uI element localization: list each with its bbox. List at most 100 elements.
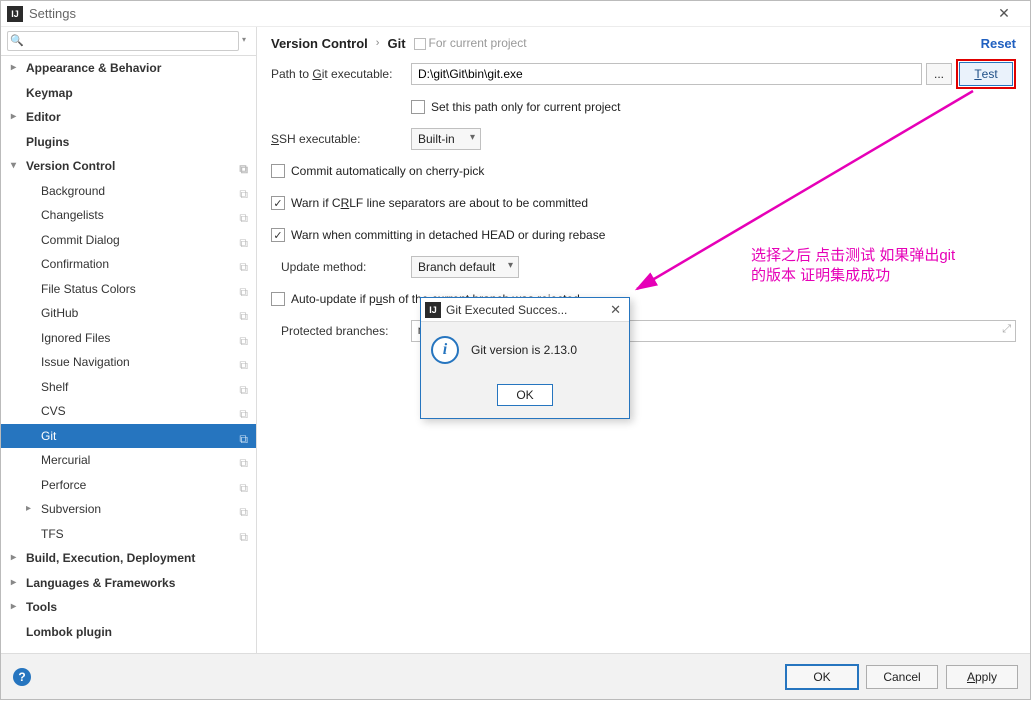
git-success-dialog: IJ Git Executed Succes... ✕ i Git versio… <box>420 297 630 419</box>
expand-icon[interactable]: ⤢ <box>1002 324 1011 336</box>
sidebar-item-plugins[interactable]: Plugins <box>1 130 256 155</box>
sidebar-item-languages-frameworks[interactable]: ▸ Languages & Frameworks <box>1 571 256 596</box>
search-dropdown-icon[interactable]: ▾ <box>242 35 246 44</box>
sidebar-item-label: Lombok plugin <box>26 625 112 639</box>
dialog-message: Git version is 2.13.0 <box>471 343 577 357</box>
chevron-right-icon[interactable]: ▸ <box>11 546 16 571</box>
auto-update-checkbox[interactable] <box>271 292 285 306</box>
sidebar-item-label: Background <box>41 184 105 198</box>
sidebar-item-cvs[interactable]: CVS⧉ <box>1 399 256 424</box>
search-input[interactable] <box>7 31 239 51</box>
git-path-input[interactable] <box>411 63 922 85</box>
chevron-right-icon[interactable]: ▸ <box>26 497 31 522</box>
sidebar-item-perforce[interactable]: Perforce⧉ <box>1 473 256 498</box>
window-title: Settings <box>29 6 76 21</box>
breadcrumb: Version Control › Git For current projec… <box>257 27 1030 59</box>
test-button[interactable]: Test <box>959 62 1013 86</box>
detached-warn-checkbox[interactable] <box>271 228 285 242</box>
sidebar-item-label: Git <box>41 429 56 443</box>
chevron-right-icon[interactable]: ▸ <box>11 105 16 130</box>
sidebar-item-changelists[interactable]: Changelists⧉ <box>1 203 256 228</box>
sidebar-item-label: Issue Navigation <box>41 355 130 369</box>
app-icon: IJ <box>7 6 23 22</box>
cherry-pick-checkbox[interactable] <box>271 164 285 178</box>
titlebar: IJ Settings ✕ <box>1 1 1030 27</box>
update-method-select[interactable]: Branch default <box>411 256 519 278</box>
chevron-right-icon[interactable]: ▸ <box>11 595 16 620</box>
sidebar-item-tfs[interactable]: TFS⧉ <box>1 522 256 547</box>
apply-button[interactable]: Apply <box>946 665 1018 689</box>
sidebar-item-editor[interactable]: ▸ Editor <box>1 105 256 130</box>
chevron-right-icon[interactable]: ▸ <box>11 571 16 596</box>
browse-button[interactable]: ... <box>926 63 952 85</box>
sidebar-item-label: Editor <box>26 110 61 124</box>
sidebar-item-label: Ignored Files <box>41 331 110 345</box>
sidebar-item-label: File Status Colors <box>41 282 136 296</box>
sidebar-item-label: Build, Execution, Deployment <box>26 551 195 565</box>
ok-button[interactable]: OK <box>786 665 858 689</box>
sidebar-item-lombok-plugin[interactable]: Lombok plugin <box>1 620 256 645</box>
breadcrumb-parent[interactable]: Version Control <box>271 36 368 51</box>
sidebar-item-issue-navigation[interactable]: Issue Navigation⧉ <box>1 350 256 375</box>
set-path-project-checkbox[interactable] <box>411 100 425 114</box>
sidebar-item-appearance-behavior[interactable]: ▸ Appearance & Behavior <box>1 56 256 81</box>
sidebar-item-mercurial[interactable]: Mercurial⧉ <box>1 448 256 473</box>
sidebar-item-label: Changelists <box>41 208 104 222</box>
sidebar-item-label: Languages & Frameworks <box>26 576 175 590</box>
sidebar-item-keymap[interactable]: Keymap <box>1 81 256 106</box>
search-bar: 🔍 ▾ <box>1 27 256 56</box>
sidebar-item-shelf[interactable]: Shelf⧉ <box>1 375 256 400</box>
crlf-warn-checkbox[interactable] <box>271 196 285 210</box>
info-icon: i <box>431 336 459 364</box>
annotation-text: 选择之后 点击测试 如果弹出git 的版本 证明集成成功 <box>751 246 955 286</box>
settings-tree[interactable]: ▸ Appearance & Behavior Keymap ▸ Editor Plugi… <box>1 56 256 653</box>
sidebar-item-github[interactable]: GitHub⧉ <box>1 301 256 326</box>
sidebar-item-subversion[interactable]: ▸Subversion⧉ <box>1 497 256 522</box>
sidebar-item-label: Tools <box>26 600 57 614</box>
scope-badge: For current project <box>414 36 527 50</box>
detached-warn-label: Warn when committing in detached HEAD or… <box>291 228 605 242</box>
sidebar-item-label: Mercurial <box>41 453 90 467</box>
chevron-down-icon[interactable]: ▾ <box>11 154 16 179</box>
set-path-project-label: Set this path only for current project <box>431 100 620 114</box>
chevron-right-icon: › <box>376 37 380 49</box>
search-icon: 🔍 <box>10 34 24 47</box>
update-method-label: Update method: <box>271 260 411 274</box>
sidebar-item-confirmation[interactable]: Confirmation⧉ <box>1 252 256 277</box>
sidebar-item-build-execution-deployment[interactable]: ▸ Build, Execution, Deployment <box>1 546 256 571</box>
reset-link[interactable]: Reset <box>981 36 1016 51</box>
sidebar-item-tools[interactable]: ▸ Tools <box>1 595 256 620</box>
chevron-right-icon[interactable]: ▸ <box>11 56 16 81</box>
sidebar-item-file-status-colors[interactable]: File Status Colors⧉ <box>1 277 256 302</box>
sidebar-item-label: Perforce <box>41 478 86 492</box>
ssh-label: SSH executable: <box>271 132 411 146</box>
sidebar-item-commit-dialog[interactable]: Commit Dialog⧉ <box>1 228 256 253</box>
sidebar-item-label: Confirmation <box>41 257 109 271</box>
sidebar-item-label: Commit Dialog <box>41 233 120 247</box>
ssh-executable-select[interactable]: Built-in <box>411 128 481 150</box>
cherry-pick-label: Commit automatically on cherry-pick <box>291 164 484 178</box>
content-pane: Version Control › Git For current projec… <box>257 27 1030 653</box>
close-icon[interactable]: ✕ <box>984 5 1024 22</box>
sidebar-item-background[interactable]: Background⧉ <box>1 179 256 204</box>
sidebar-item-version-control[interactable]: ▾Version Control⧉ <box>1 154 256 179</box>
sidebar-item-ignored-files[interactable]: Ignored Files⧉ <box>1 326 256 351</box>
sidebar-item-label: Keymap <box>26 86 73 100</box>
sidebar-item-label: Shelf <box>41 380 68 394</box>
breadcrumb-current: Git <box>387 36 405 51</box>
crlf-warn-label: Warn if CRLF line separators are about t… <box>291 196 588 210</box>
dialog-ok-button[interactable]: OK <box>497 384 553 406</box>
sidebar-item-label: TFS <box>41 527 64 541</box>
path-label: Path to Git executable: <box>271 67 411 81</box>
dialog-app-icon: IJ <box>425 302 441 318</box>
sidebar: 🔍 ▾ ▸ Appearance & Behavior Keymap ▸ Editor P… <box>1 27 257 653</box>
sidebar-item-label: CVS <box>41 404 66 418</box>
help-icon[interactable]: ? <box>13 668 31 686</box>
sidebar-item-label: Appearance & Behavior <box>26 61 161 75</box>
sidebar-item-label: GitHub <box>41 306 78 320</box>
sidebar-item-label: Plugins <box>26 135 69 149</box>
sidebar-item-git[interactable]: Git⧉ <box>1 424 256 449</box>
cancel-button[interactable]: Cancel <box>866 665 938 689</box>
dialog-title: Git Executed Succes... <box>446 303 567 317</box>
dialog-close-icon[interactable]: ✕ <box>606 302 625 318</box>
